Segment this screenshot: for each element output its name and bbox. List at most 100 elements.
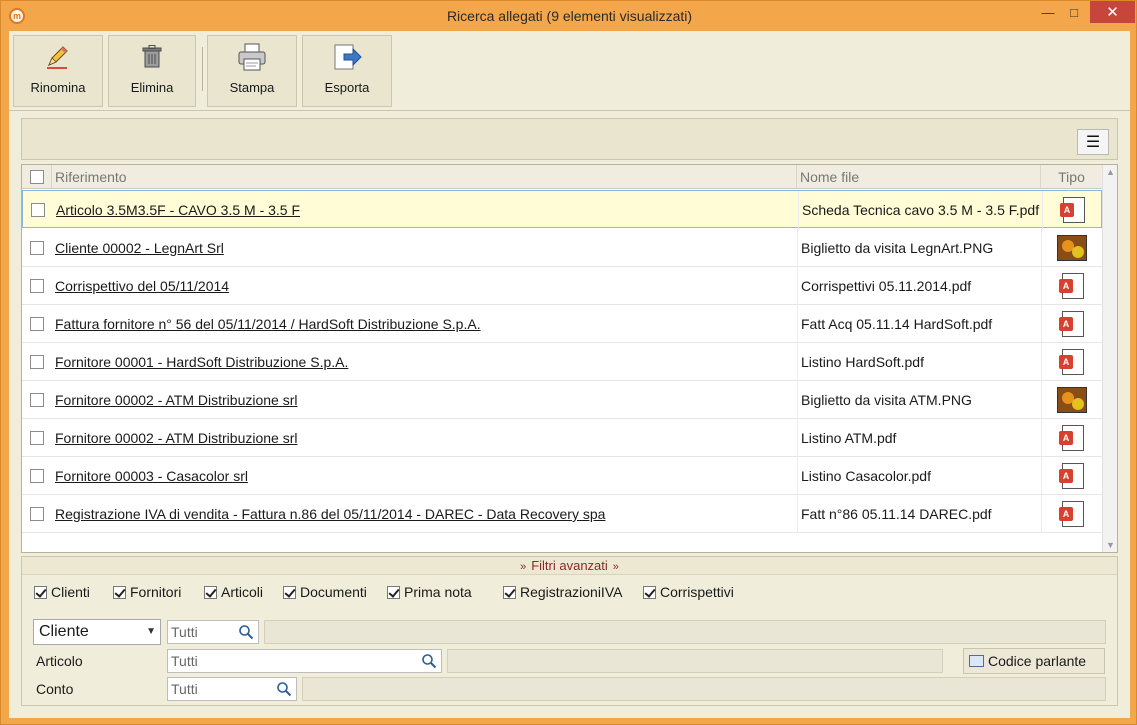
search-icon[interactable] [276, 681, 292, 697]
row-riferimento-link[interactable]: Fornitore 00002 - ATM Distribuzione srl [55, 419, 298, 457]
rename-button[interactable]: Rinomina [13, 35, 103, 107]
row-nome-file: Listino Casacolor.pdf [797, 457, 1041, 495]
window-title: Ricerca allegati (9 elementi visualizzat… [446, 8, 693, 24]
row-tipo: A [1041, 267, 1102, 305]
row-riferimento-link[interactable]: Fornitore 00003 - Casacolor srl [55, 457, 248, 495]
grid-options-bar: ☰ [21, 118, 1118, 160]
header-nome-file[interactable]: Nome file [797, 165, 1041, 189]
row-nome-file: Fatt Acq 05.11.14 HardSoft.pdf [797, 305, 1041, 343]
header-riferimento[interactable]: Riferimento [52, 165, 797, 189]
articolo-description-field [447, 649, 943, 673]
pencil-icon [43, 42, 73, 72]
export-label: Esporta [324, 80, 370, 95]
delete-button[interactable]: Elimina [108, 35, 196, 107]
row-checkbox[interactable] [30, 393, 44, 407]
row-checkbox[interactable] [30, 469, 44, 483]
client-area: Rinomina Elimina Stampa Esporta ☰ Riferi… [9, 31, 1130, 718]
row-tipo: A [1041, 457, 1102, 495]
table-row[interactable]: Fornitore 00001 - HardSoft Distribuzione… [22, 343, 1102, 381]
scroll-down-icon[interactable]: ▼ [1103, 540, 1117, 550]
grid-vertical-scrollbar[interactable]: ▲ ▼ [1102, 165, 1117, 552]
header-tipo[interactable]: Tipo [1041, 165, 1102, 189]
filter-clienti-label: Clienti [51, 584, 90, 600]
row-riferimento-link[interactable]: Fornitore 00002 - ATM Distribuzione srl [55, 381, 298, 419]
conto-description-field [302, 677, 1106, 701]
attachments-grid: Riferimento Nome file Tipo Articolo 3.5M… [21, 164, 1118, 553]
pdf-icon: A [1058, 310, 1086, 338]
row-nome-file: Listino ATM.pdf [797, 419, 1041, 457]
row-tipo [1041, 381, 1102, 419]
conto-search-value: Tutti [171, 681, 198, 697]
codice-parlante-label: Codice parlante [988, 653, 1087, 669]
filter-registrazioni-iva-checkbox[interactable]: RegistrazioniIVA [503, 584, 622, 600]
filter-corrispettivi-checkbox[interactable]: Corrispettivi [643, 584, 734, 600]
delete-label: Elimina [130, 80, 174, 95]
printer-icon [237, 42, 267, 72]
select-all-checkbox[interactable] [30, 170, 44, 184]
row-nome-file: Biglietto da visita ATM.PNG [797, 381, 1041, 419]
row-checkbox[interactable] [30, 317, 44, 331]
row-nome-file: Corrispettivi 05.11.2014.pdf [797, 267, 1041, 305]
articolo-search-input[interactable]: Tutti [167, 649, 442, 673]
row-checkbox[interactable] [30, 241, 44, 255]
filter-registrazioni-iva-label: RegistrazioniIVA [520, 584, 623, 600]
cliente-search-input[interactable]: Tutti [167, 620, 259, 644]
scroll-up-icon[interactable]: ▲ [1103, 167, 1117, 177]
filter-documenti-checkbox[interactable]: Documenti [283, 584, 367, 600]
filter-articoli-checkbox[interactable]: Articoli [204, 584, 263, 600]
row-checkbox[interactable] [30, 355, 44, 369]
advanced-filters-title: Filtri avanzati [531, 558, 608, 573]
row-riferimento-link[interactable]: Registrazione IVA di vendita - Fattura n… [55, 495, 605, 533]
filter-prima-nota-checkbox[interactable]: Prima nota [387, 584, 472, 600]
rename-label: Rinomina [30, 80, 86, 95]
row-riferimento-link[interactable]: Fornitore 00001 - HardSoft Distribuzione… [55, 343, 348, 381]
close-button[interactable]: ✕ [1090, 1, 1135, 23]
cliente-type-select[interactable]: Cliente ▼ [33, 619, 161, 645]
image-icon [1057, 387, 1087, 413]
row-riferimento-link[interactable]: Cliente 00002 - LegnArt Srl [55, 229, 224, 267]
title-bar[interactable]: m Ricerca allegati (9 elementi visualizz… [1, 1, 1137, 31]
row-riferimento-link[interactable]: Corrispettivo del 05/11/2014 [55, 267, 229, 305]
pdf-icon: A [1058, 500, 1086, 528]
print-button[interactable]: Stampa [207, 35, 297, 107]
conto-search-input[interactable]: Tutti [167, 677, 297, 701]
row-tipo [1041, 229, 1102, 267]
maximize-button[interactable]: □ [1061, 1, 1087, 23]
row-nome-file: Fatt n°86 05.11.14 DAREC.pdf [797, 495, 1041, 533]
advanced-filters-toggle[interactable]: » Filtri avanzati » [22, 557, 1117, 575]
row-checkbox[interactable] [30, 279, 44, 293]
table-row[interactable]: Fornitore 00002 - ATM Distribuzione srl … [22, 419, 1102, 457]
table-row[interactable]: Corrispettivo del 05/11/2014 Corrispetti… [22, 267, 1102, 305]
table-row[interactable]: Registrazione IVA di vendita - Fattura n… [22, 495, 1102, 533]
table-row[interactable]: Cliente 00002 - LegnArt Srl Biglietto da… [22, 229, 1102, 267]
grid-header: Riferimento Nome file Tipo [22, 165, 1102, 189]
table-row[interactable]: Articolo 3.5M3.5F - CAVO 3.5 M - 3.5 F S… [22, 190, 1102, 229]
filter-prima-nota-label: Prima nota [404, 584, 472, 600]
table-row[interactable]: Fattura fornitore n° 56 del 05/11/2014 /… [22, 305, 1102, 343]
columns-menu-button[interactable]: ☰ [1077, 129, 1109, 155]
print-label: Stampa [229, 80, 275, 95]
table-row[interactable]: Fornitore 00002 - ATM Distribuzione srl … [22, 381, 1102, 419]
row-checkbox[interactable] [30, 431, 44, 445]
chevron-down-icon: ▼ [146, 626, 156, 637]
table-row[interactable]: Fornitore 00003 - Casacolor srl Listino … [22, 457, 1102, 495]
toolbar-separator [202, 47, 203, 91]
cliente-description-field [264, 620, 1106, 644]
search-icon[interactable] [421, 653, 437, 669]
chevron-down-icon: » [520, 561, 527, 573]
pdf-icon: A [1058, 348, 1086, 376]
pdf-icon: A [1058, 424, 1086, 452]
search-icon[interactable] [238, 624, 254, 640]
row-checkbox[interactable] [30, 507, 44, 521]
barcode-icon [969, 655, 984, 667]
export-button[interactable]: Esporta [302, 35, 392, 107]
toolbar: Rinomina Elimina Stampa Esporta [9, 31, 1130, 111]
minimize-button[interactable]: — [1035, 1, 1061, 23]
row-riferimento-link[interactable]: Fattura fornitore n° 56 del 05/11/2014 /… [55, 305, 481, 343]
row-checkbox[interactable] [31, 203, 45, 217]
filter-clienti-checkbox[interactable]: Clienti [34, 584, 90, 600]
codice-parlante-button[interactable]: Codice parlante [963, 648, 1105, 674]
app-window: m Ricerca allegati (9 elementi visualizz… [0, 0, 1137, 725]
filter-fornitori-checkbox[interactable]: Fornitori [113, 584, 181, 600]
row-riferimento-link[interactable]: Articolo 3.5M3.5F - CAVO 3.5 M - 3.5 F [56, 191, 300, 229]
